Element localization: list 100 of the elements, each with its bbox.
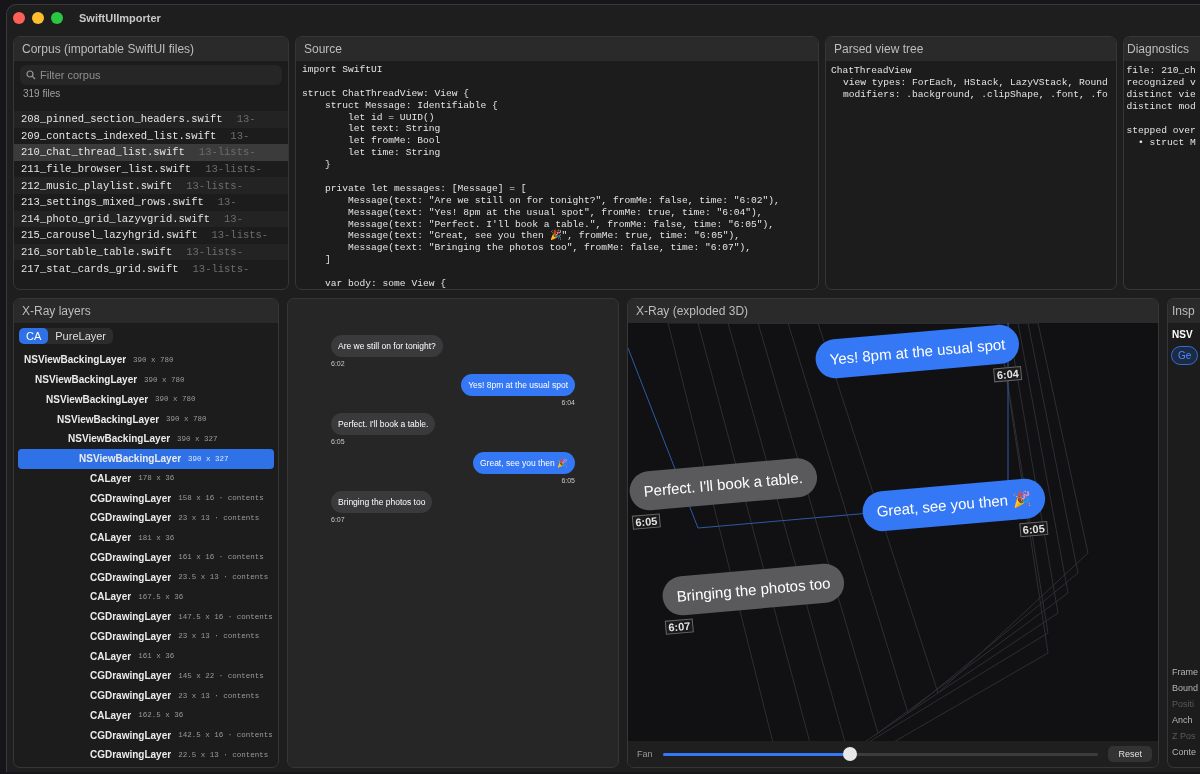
- code-line: Message(text: "Yes! 8pm at the usual spot", fromMe: true, time: "6:04"),: [347, 206, 764, 219]
- message-bubble: Bringing the photos too: [661, 562, 846, 617]
- message-bubble: Perfect. I'll book a table.: [331, 413, 436, 435]
- file-name: 212_music_playlist.swift: [21, 179, 173, 192]
- code-line: struct Message: Identifiable {: [324, 99, 499, 112]
- layer-name: NSViewBackingLayer: [79, 453, 182, 465]
- layer-name: CGDrawingLayer: [90, 492, 172, 504]
- tab[interactable]: PureLayer: [48, 328, 114, 344]
- file-tag: 13-: [230, 129, 250, 142]
- minimize-button[interactable]: [32, 12, 44, 24]
- layer-name: CGDrawingLayer: [90, 670, 172, 682]
- file-tag: 13-lists-: [186, 246, 243, 259]
- panel-title: X-Ray layers: [14, 299, 278, 323]
- diagnostic-line: recognized v: [1126, 77, 1196, 89]
- tree-line: ChatThreadView: [831, 65, 912, 77]
- code-line: Message(text: "Perfect. I'll book a table.", fromMe: false, time: "6:05"),: [347, 218, 776, 230]
- diagnostic-line: • struct M: [1137, 137, 1196, 149]
- code-line: let id = UUID(): [347, 111, 436, 124]
- tab[interactable]: CA: [19, 328, 49, 344]
- tree-line: modifiers: .background, .clipShape, .font, .fo: [843, 89, 1108, 101]
- diagnostic-line: distinct mod: [1126, 101, 1196, 113]
- code-line: Message(text: "Are we still on for tonight?", fromMe: false, time: "6:02"),: [347, 194, 781, 207]
- layer-name: CALayer: [90, 709, 132, 721]
- layer-name: CALayer: [90, 532, 132, 544]
- file-tag: 13-: [217, 196, 237, 209]
- diagnostic-line: file: 210_ch: [1126, 65, 1196, 77]
- property-label: Frame: [1172, 667, 1199, 677]
- layer-name: NSViewBackingLayer: [35, 374, 138, 386]
- message-time: 6:04: [993, 366, 1023, 383]
- layer-name: NSViewBackingLayer: [24, 354, 127, 366]
- layer-title: NSV: [1171, 328, 1194, 340]
- panel-title: Corpus (importable SwiftUI files): [14, 37, 288, 61]
- property-label: Conte: [1172, 747, 1198, 757]
- panel-title: Source: [296, 37, 818, 61]
- fan-label: Fan: [637, 749, 653, 759]
- message-time: 6:07: [664, 618, 694, 635]
- layer-name: CGDrawingLayer: [90, 611, 172, 623]
- layer-name: CGDrawingLayer: [90, 512, 172, 524]
- code-line: struct ChatThreadView: View {: [302, 87, 470, 100]
- layer-name: CALayer: [90, 591, 132, 603]
- layer-name: CGDrawingLayer: [90, 690, 172, 702]
- panel-title: Insp: [1168, 299, 1200, 323]
- layer-name: NSViewBackingLayer: [46, 393, 149, 405]
- file-tag: 13-lists-: [186, 179, 243, 192]
- file-name: 214_photo_grid_lazyvgrid.swift: [21, 212, 211, 225]
- diagnostic-line: stepped over: [1126, 125, 1196, 137]
- close-button[interactable]: [13, 12, 25, 24]
- reset-button[interactable]: Reset: [1108, 746, 1152, 762]
- property-label: Bound: [1172, 683, 1200, 693]
- file-row[interactable]: 212_music_playlist.swift 13-lists-: [14, 177, 288, 194]
- message-bubble: Are we still on for tonight?: [331, 335, 443, 357]
- panel-title: Diagnostics: [1124, 37, 1200, 61]
- scene-canvas[interactable]: Yes! 8pm at the usual spot 6:04 Perfect. I'll book a table. 6:05 Great, see you then 🎉 6:05 Bringing the photos too 6:07: [628, 323, 1158, 741]
- file-name: 216_sortable_table.swift: [21, 246, 173, 259]
- code-line: Message(text: "Bringing the photos too", fromMe: false, time: "6:07"),: [347, 242, 753, 255]
- property-label: Anch: [1172, 715, 1194, 725]
- panel-title: Parsed view tree: [826, 37, 1116, 61]
- panel-title: X-Ray (exploded 3D): [628, 299, 1158, 323]
- layer-name: CGDrawingLayer: [90, 749, 172, 761]
- layer-name: CGDrawingLayer: [90, 729, 172, 741]
- code-line: Message(text: "Great, see you then 🎉", fromMe: true, time: "6:05"),: [347, 230, 742, 243]
- file-row[interactable]: 208_pinned_section_headers.swift 13-: [14, 111, 288, 128]
- file-name: 211_file_browser_list.swift: [21, 163, 192, 176]
- code-line: let fromMe: Bool: [347, 135, 442, 148]
- message-time: 6:05: [631, 513, 661, 530]
- file-count: 319 files: [22, 87, 62, 101]
- file-name: 213_settings_mixed_rows.swift: [21, 196, 204, 209]
- message-bubble: Yes! 8pm at the usual spot: [461, 374, 575, 396]
- file-tag: 13-lists-: [192, 262, 250, 275]
- layer-name: NSViewBackingLayer: [57, 413, 160, 425]
- message-time: 6:05: [1019, 520, 1049, 538]
- inspector-button[interactable]: Ge: [1171, 346, 1199, 365]
- code-line: let time: String: [347, 147, 442, 160]
- file-tag: 13-lists-: [211, 229, 269, 242]
- layer-name: CGDrawingLayer: [90, 630, 172, 642]
- file-name: 208_pinned_section_headers.swift: [21, 113, 223, 126]
- window-title: SwiftUIImporter: [79, 12, 161, 24]
- code-line: import SwiftUI: [302, 64, 384, 76]
- search-icon: [26, 70, 36, 80]
- message-bubble: Bringing the photos too: [331, 491, 433, 513]
- message-bubble: Great, see you then 🎉: [472, 452, 575, 474]
- file-name: 217_stat_cards_grid.swift: [21, 262, 179, 275]
- zoom-button[interactable]: [51, 12, 63, 24]
- layer-name: CGDrawingLayer: [90, 551, 172, 563]
- tree-line: view types: ForEach, HStack, LazyVStack, Round: [843, 77, 1108, 89]
- layer-name: CGDrawingLayer: [90, 571, 172, 583]
- search-field[interactable]: Filter corpus: [20, 65, 282, 85]
- file-name: 209_contacts_indexed_list.swift: [21, 129, 217, 142]
- file-tag: 13-: [236, 113, 256, 126]
- message-bubble: Perfect. I'll book a table.: [628, 456, 819, 512]
- layer-name: NSViewBackingLayer: [68, 433, 171, 445]
- layer-name: CALayer: [90, 472, 132, 484]
- layer-name: CALayer: [90, 650, 132, 662]
- file-name: 210_chat_thread_list.swift: [21, 146, 185, 159]
- code-line: }: [324, 159, 332, 171]
- code-line: var body: some View {: [324, 278, 447, 289]
- code-line: let text: String: [347, 123, 442, 136]
- file-name: 215_carousel_lazyhgrid.swift: [21, 229, 198, 242]
- fan-slider[interactable]: [662, 747, 1099, 761]
- code-line: private let messages: [Message] = [: [324, 182, 528, 195]
